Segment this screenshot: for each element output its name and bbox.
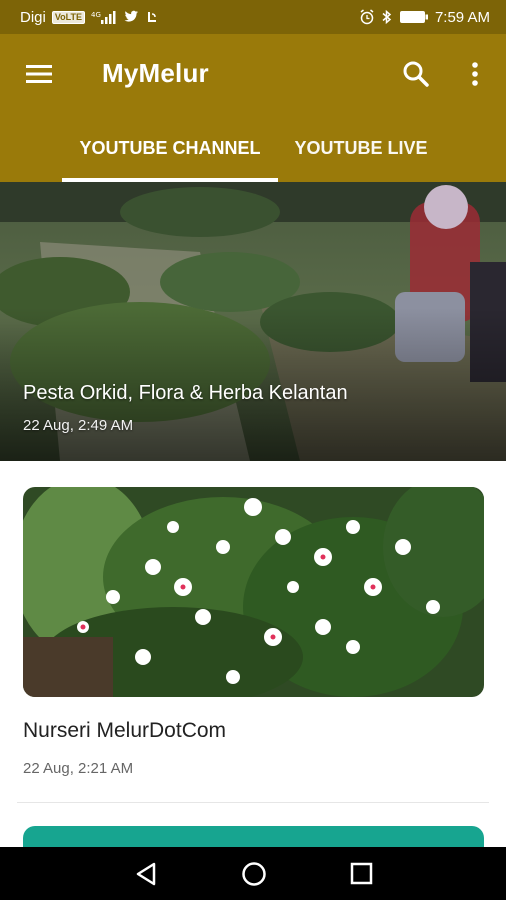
app-screen: Digi VoLTE 4G 7:59 AM MyMelur YOUTUBE CH… xyxy=(0,0,506,900)
recents-icon xyxy=(350,862,373,885)
search-icon xyxy=(403,61,429,87)
featured-date: 22 Aug, 2:49 AM xyxy=(23,417,134,434)
network-type-label: 4G xyxy=(91,11,101,19)
status-right: 7:59 AM xyxy=(359,9,490,26)
featured-title: Pesta Orkid, Flora & Herba Kelantan xyxy=(23,382,348,404)
menu-button[interactable] xyxy=(22,60,58,88)
tab-bar: YOUTUBE CHANNEL YOUTUBE LIVE xyxy=(0,114,506,182)
recents-button[interactable] xyxy=(345,859,377,889)
home-icon xyxy=(242,862,266,886)
video-thumbnail xyxy=(23,487,484,697)
more-options-button[interactable] xyxy=(462,58,488,90)
carrier-label: Digi xyxy=(20,8,46,26)
back-button[interactable] xyxy=(130,859,162,889)
tab-youtube-channel[interactable]: YOUTUBE CHANNEL xyxy=(62,114,278,182)
video-card[interactable]: Nurseri MelurDotCom 22 Aug, 2:21 AM xyxy=(0,461,506,803)
app-bar: MyMelur YOUTUBE CHANNEL YOUTUBE LIVE xyxy=(0,34,506,182)
video-title: Nurseri MelurDotCom xyxy=(23,719,227,742)
system-nav-bar xyxy=(0,847,506,900)
app-title: MyMelur xyxy=(102,58,209,88)
menu-icon xyxy=(26,65,52,83)
home-button[interactable] xyxy=(238,859,270,889)
tab-youtube-live[interactable]: YOUTUBE LIVE xyxy=(284,114,438,182)
battery-icon xyxy=(399,10,429,24)
search-button[interactable] xyxy=(400,58,432,90)
clock-label: 7:59 AM xyxy=(434,8,490,26)
notification-icon xyxy=(145,10,159,24)
video-date: 22 Aug, 2:21 AM xyxy=(23,760,134,777)
alarm-icon xyxy=(359,9,375,25)
list-divider xyxy=(17,802,489,803)
status-bar: Digi VoLTE 4G 7:59 AM xyxy=(0,0,506,34)
back-icon xyxy=(136,862,156,886)
signal-icon: 4G xyxy=(91,10,117,24)
status-left: Digi VoLTE 4G xyxy=(20,9,159,26)
twitter-icon xyxy=(123,10,139,24)
bluetooth-icon xyxy=(381,9,393,25)
featured-video[interactable]: Pesta Orkid, Flora & Herba Kelantan 22 A… xyxy=(0,182,506,461)
toolbar: MyMelur xyxy=(0,34,506,114)
more-vert-icon xyxy=(472,62,478,86)
volte-badge: VoLTE xyxy=(51,10,86,24)
